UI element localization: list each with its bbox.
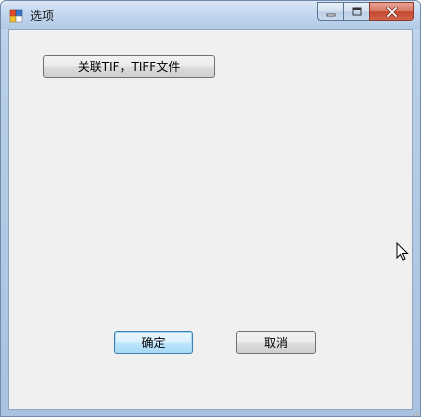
options-dialog-window: 选项 关联TIF，TIFF文件 确定 取消 [0, 0, 421, 417]
title-bar[interactable]: 选项 [1, 1, 420, 29]
cancel-button[interactable]: 取消 [236, 331, 316, 354]
ok-button[interactable]: 确定 [114, 331, 193, 354]
resize-grip-icon[interactable] [409, 405, 419, 416]
minimize-button[interactable] [317, 2, 343, 21]
app-icon[interactable] [9, 8, 23, 23]
maximize-icon [351, 2, 363, 21]
caption-buttons [317, 2, 414, 21]
minimize-icon [325, 2, 337, 21]
mouse-cursor-icon [396, 241, 410, 262]
associate-tif-tiff-button[interactable]: 关联TIF，TIFF文件 [43, 55, 215, 78]
close-button[interactable] [369, 2, 414, 21]
window-title: 选项 [30, 9, 55, 23]
dialog-client-area: 关联TIF，TIFF文件 确定 取消 [8, 29, 413, 410]
close-icon [385, 2, 398, 21]
maximize-button[interactable] [343, 2, 369, 21]
